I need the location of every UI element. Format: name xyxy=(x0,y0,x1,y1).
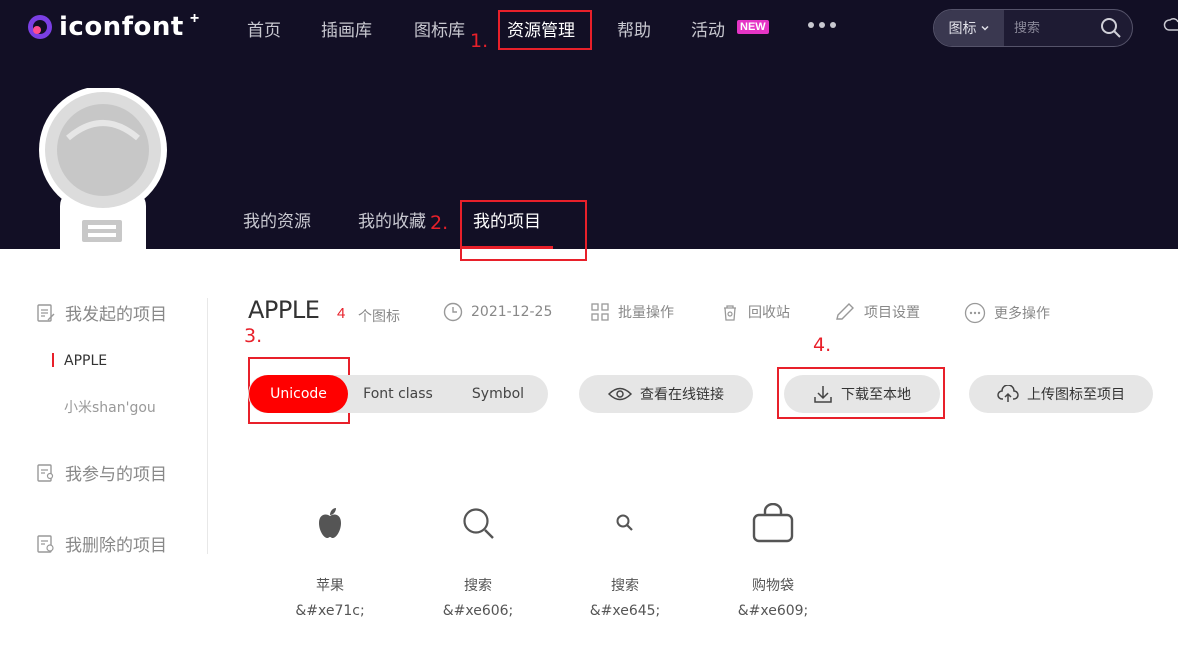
icon-code: &#xe609; xyxy=(737,603,809,619)
annotation-label-4: 4. xyxy=(813,334,832,356)
sidebar-item-xiaomi[interactable]: 小米shan'gou xyxy=(64,397,156,417)
download-local-button[interactable]: 下载至本地 xyxy=(784,375,940,413)
nav-illustrations[interactable]: 插画库 xyxy=(321,16,372,41)
icon-card[interactable]: 苹果 &#xe71c; xyxy=(275,495,385,619)
sidebar-group-deleted-label: 我删除的项目 xyxy=(65,536,167,556)
nav-home[interactable]: 首页 xyxy=(247,16,281,41)
sidebar-group-deleted[interactable]: 我删除的项目 xyxy=(36,531,167,556)
project-date: 2021-12-25 xyxy=(443,302,552,322)
search-bar: 图标 xyxy=(933,9,1133,47)
sidebar-group-joined[interactable]: 我参与的项目 xyxy=(36,460,167,485)
project-icon-count: 4 xyxy=(337,305,346,322)
grid-icon xyxy=(591,303,609,321)
icon-name: 搜索 xyxy=(611,578,639,594)
batch-operation-button[interactable]: 批量操作 xyxy=(590,302,674,322)
logo-icon xyxy=(28,15,52,39)
icon-name: 苹果 xyxy=(316,578,344,594)
icon-card[interactable]: 搜索 &#xe606; xyxy=(423,495,533,619)
logo[interactable]: iconfont + xyxy=(27,10,200,42)
nav-activity[interactable]: 活动 xyxy=(691,16,725,41)
clock-icon xyxy=(443,302,463,322)
chevron-down-icon xyxy=(980,25,989,31)
search-input[interactable] xyxy=(1014,20,1098,36)
project-settings-button[interactable]: 项目设置 xyxy=(834,302,920,322)
avatar[interactable] xyxy=(38,88,168,249)
view-online-link-button[interactable]: 查看在线链接 xyxy=(579,375,753,413)
download-icon xyxy=(814,386,832,403)
annotation-label-2: 2. xyxy=(430,212,449,234)
nav-icon-library[interactable]: 图标库 xyxy=(414,16,465,41)
search-type-select[interactable]: 图标 xyxy=(934,10,1004,46)
new-badge: NEW xyxy=(737,20,769,34)
icon-code: &#xe645; xyxy=(589,603,661,619)
project-user-icon xyxy=(37,463,54,482)
recycle-bin-label: 回收站 xyxy=(748,305,790,321)
more-operations-label: 更多操作 xyxy=(994,306,1050,322)
upload-icons-label: 上传图标至项目 xyxy=(1027,387,1125,403)
view-online-link-label: 查看在线链接 xyxy=(640,387,724,403)
annotation-label-1: 1. xyxy=(470,30,489,52)
apple-icon xyxy=(319,508,341,538)
search-small-icon xyxy=(616,514,633,531)
download-local-label: 下载至本地 xyxy=(841,387,911,403)
pencil-icon xyxy=(836,303,854,320)
upload-icons-button[interactable]: 上传图标至项目 xyxy=(969,375,1153,413)
nav-help[interactable]: 帮助 xyxy=(617,16,651,41)
more-menu-icon[interactable] xyxy=(808,22,836,28)
tab-font-class[interactable]: Font class xyxy=(354,375,442,413)
sidebar-group-started-label: 我发起的项目 xyxy=(65,305,167,325)
project-settings-label: 项目设置 xyxy=(864,305,920,321)
project-date-text: 2021-12-25 xyxy=(471,304,553,320)
subnav-my-resources[interactable]: 我的资源 xyxy=(243,207,311,232)
eye-icon xyxy=(608,387,632,401)
sidebar-active-marker xyxy=(52,353,54,367)
icon-name: 购物袋 xyxy=(752,578,794,594)
cloud-icon[interactable] xyxy=(1163,16,1178,36)
sidebar-group-started[interactable]: 我发起的项目 xyxy=(36,300,167,325)
icon-card[interactable]: 搜索 &#xe645; xyxy=(570,495,680,619)
icon-code: &#xe606; xyxy=(442,603,514,619)
more-operations-button[interactable]: 更多操作 xyxy=(964,302,1050,324)
search-icon[interactable] xyxy=(1100,17,1122,39)
sidebar-item-apple[interactable]: APPLE xyxy=(64,353,107,369)
trash-icon xyxy=(724,305,736,321)
icon-card[interactable]: 购物袋 &#xe609; xyxy=(718,495,828,619)
logo-plus: + xyxy=(189,10,200,27)
shopping-bag-icon xyxy=(752,503,794,543)
search-icon xyxy=(463,508,494,539)
sidebar-group-joined-label: 我参与的项目 xyxy=(65,465,167,485)
subnav-my-favorites[interactable]: 我的收藏 xyxy=(358,207,426,232)
cloud-upload-icon xyxy=(997,385,1019,402)
annotation-box-1 xyxy=(498,10,592,50)
annotation-box-2 xyxy=(460,200,587,261)
icon-name: 搜索 xyxy=(464,578,492,594)
sidebar-divider xyxy=(207,298,208,554)
project-title: APPLE xyxy=(248,296,320,324)
annotation-label-3: 3. xyxy=(244,325,263,347)
project-trash-icon xyxy=(37,534,54,553)
tab-unicode[interactable]: Unicode xyxy=(249,375,348,413)
icon-code: &#xe71c; xyxy=(295,603,365,619)
logo-text: iconfont xyxy=(59,12,184,42)
batch-operation-label: 批量操作 xyxy=(618,305,674,321)
tab-symbol[interactable]: Symbol xyxy=(458,375,538,413)
search-type-label: 图标 xyxy=(948,21,977,37)
project-icon-unit: 个图标 xyxy=(358,309,400,325)
project-doc-icon xyxy=(37,303,55,322)
recycle-bin-button[interactable]: 回收站 xyxy=(720,302,790,322)
more-circle-icon xyxy=(964,302,986,324)
